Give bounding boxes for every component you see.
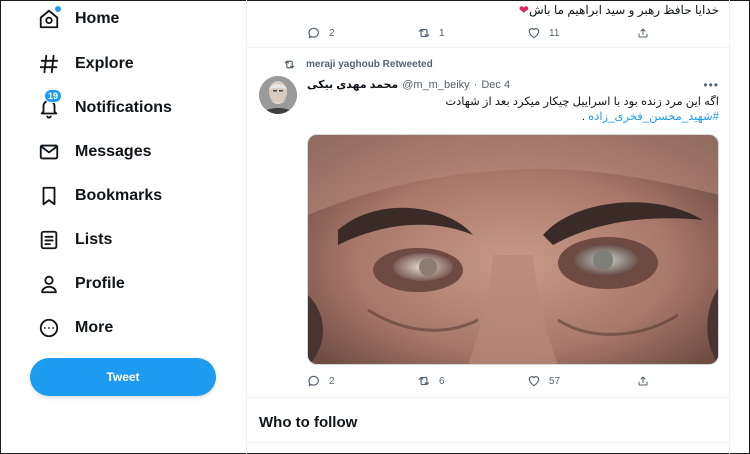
tweet-actions: 2 6 57	[307, 373, 667, 389]
tweet-text: اگه این مرد زنده بود با اسراییل چیکار می…	[319, 95, 719, 125]
reply-button[interactable]: 2	[307, 373, 417, 389]
tweet-text-content: اگه این مرد زنده بود با اسراییل چیکار می…	[445, 96, 719, 108]
tweet-text: خدایا حافظ رهبر و سید ابراهیم ما باش❤	[519, 3, 719, 17]
more-circle-icon	[38, 317, 60, 339]
hashtag-icon	[38, 53, 60, 75]
sidebar-item-explore[interactable]: Explore	[38, 49, 134, 79]
reply-count: 2	[329, 375, 335, 387]
like-count: 57	[549, 375, 561, 387]
separator-dot: ·	[473, 78, 478, 91]
sidebar-item-more[interactable]: More	[38, 313, 113, 343]
retweet-icon	[284, 60, 295, 69]
who-to-follow-heading: Who to follow	[259, 414, 358, 431]
reply-count: 2	[329, 27, 335, 39]
reply-icon	[308, 375, 319, 387]
sidebar-item-notifications[interactable]: 19 Notifications	[38, 89, 172, 123]
sidebar-item-label: Profile	[75, 275, 125, 292]
tweet-timestamp[interactable]: Dec 4	[481, 79, 510, 91]
heart-emoji: ❤	[518, 3, 529, 17]
bell-icon: 19	[38, 89, 63, 119]
tweet-header: محمد مهدی بیکی @m_m_beiky · Dec 4	[307, 78, 510, 92]
share-button[interactable]	[637, 25, 657, 41]
user-handle[interactable]: @m_m_beiky	[402, 79, 469, 91]
bookmark-icon	[38, 185, 60, 207]
like-count: 11	[549, 27, 560, 39]
sidebar-item-label: Bookmarks	[75, 187, 163, 204]
retweet-count: 1	[439, 27, 445, 39]
sidebar-nav: Home Explore 19 Notifications Messages B…	[0, 0, 246, 454]
retweeted-tweet[interactable]: meraji yaghoub Retweeted محمد مهدی بیکی …	[247, 48, 731, 398]
divider	[247, 442, 731, 443]
heart-icon	[528, 376, 540, 387]
sidebar-item-label: Notifications	[75, 99, 172, 116]
sidebar-item-label: Lists	[75, 231, 113, 248]
reply-button[interactable]: 2	[307, 25, 417, 41]
sidebar-item-bookmarks[interactable]: Bookmarks	[38, 181, 162, 211]
who-to-follow-section: Who to follow	[247, 398, 731, 454]
sidebar-item-label: Home	[75, 10, 120, 27]
home-icon	[38, 6, 61, 30]
sidebar-item-label: More	[75, 319, 114, 336]
tweet-button[interactable]: Tweet	[30, 358, 216, 396]
tweet-actions: 2 1 11	[307, 25, 667, 41]
retweet-button[interactable]: 6	[417, 373, 527, 389]
retweet-icon	[418, 376, 430, 386]
sidebar-item-home[interactable]: Home	[38, 4, 119, 34]
share-icon	[638, 376, 648, 386]
list-icon	[38, 229, 60, 251]
heart-icon	[528, 28, 540, 39]
retweet-icon	[418, 28, 430, 38]
unread-dot	[55, 6, 61, 12]
sidebar-item-label: Explore	[75, 55, 134, 72]
retweeted-by-label: meraji yaghoub Retweeted	[306, 59, 433, 70]
sidebar-item-label: Messages	[75, 143, 152, 160]
sidebar-item-messages[interactable]: Messages	[38, 137, 152, 167]
hashtag-link[interactable]: #شهید_محسن_فخری_زاده	[588, 111, 719, 123]
sidebar-item-lists[interactable]: Lists	[38, 225, 112, 255]
like-button[interactable]: 11	[527, 25, 637, 41]
share-button[interactable]	[637, 373, 657, 389]
retweet-button[interactable]: 1	[417, 25, 527, 41]
tweet-text-content: خدایا حافظ رهبر و سید ابراهیم ما باش	[528, 3, 719, 17]
envelope-icon	[38, 141, 60, 163]
display-name[interactable]: محمد مهدی بیکی	[307, 78, 398, 91]
more-options-icon[interactable]: •••	[703, 78, 719, 92]
tweet-media-image[interactable]	[307, 134, 719, 365]
retweeted-context[interactable]: meraji yaghoub Retweeted	[283, 58, 433, 71]
previous-tweet[interactable]: خدایا حافظ رهبر و سید ابراهیم ما باش❤ 2 …	[247, 0, 731, 48]
timeline: خدایا حافظ رهبر و سید ابراهیم ما باش❤ 2 …	[246, 0, 731, 454]
sidebar-item-profile[interactable]: Profile	[38, 269, 125, 299]
person-icon	[38, 273, 60, 295]
like-button[interactable]: 57	[527, 373, 637, 389]
share-icon	[638, 28, 648, 38]
notification-badge: 19	[44, 89, 63, 103]
avatar[interactable]	[259, 76, 297, 114]
reply-icon	[308, 27, 319, 39]
retweet-count: 6	[439, 375, 445, 387]
